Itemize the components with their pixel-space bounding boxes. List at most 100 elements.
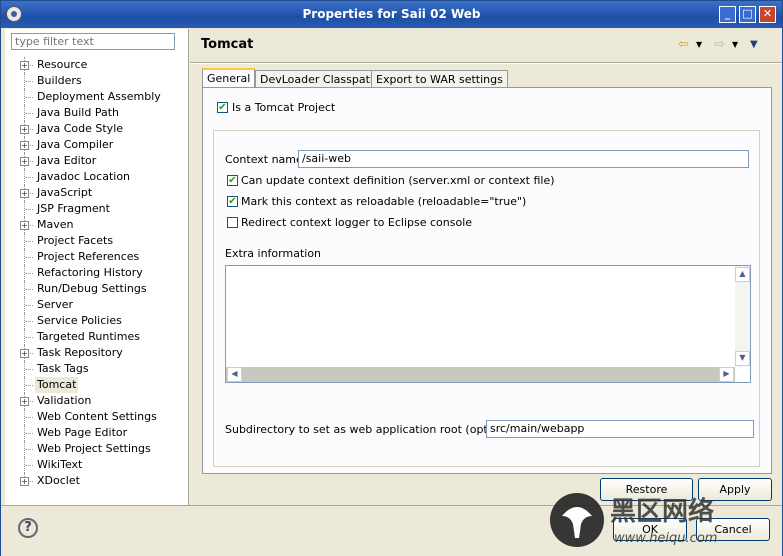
- tree-item[interactable]: + JavaScript: [5, 185, 188, 201]
- back-arrow-icon[interactable]: ⇦: [678, 37, 689, 52]
- can-update-context-checkbox[interactable]: ✔: [227, 175, 238, 186]
- tree-connector: [25, 289, 33, 290]
- title-bar[interactable]: Properties for Saii 02 Web _ □ ✕: [1, 1, 782, 28]
- tree-item-label: Task Repository: [37, 346, 123, 359]
- tree-item-label: Resource: [37, 58, 88, 71]
- tree-item[interactable]: Service Policies: [5, 313, 188, 329]
- watermark-url: www.heiqu.com: [614, 531, 717, 546]
- view-menu-icon[interactable]: ▼: [750, 39, 758, 50]
- tree-item[interactable]: Tomcat: [5, 377, 188, 393]
- tree-item[interactable]: Task Tags: [5, 361, 188, 377]
- expand-plus-icon[interactable]: +: [20, 349, 29, 358]
- history-nav: ⇦ ▼ ⇨ ▼ ▼: [678, 37, 768, 53]
- tree-item-label: JSP Fragment: [37, 202, 110, 215]
- tree-connector: [25, 241, 33, 242]
- redirect-logger-label: Redirect context logger to Eclipse conso…: [241, 216, 473, 229]
- tree-item-label: Web Content Settings: [37, 410, 157, 423]
- tree-item[interactable]: + Maven: [5, 217, 188, 233]
- tree-item-label: Validation: [37, 394, 92, 407]
- expand-plus-icon[interactable]: +: [20, 141, 29, 150]
- tree-connector: [25, 209, 33, 210]
- tree-item[interactable]: Builders: [5, 73, 188, 89]
- expand-plus-icon[interactable]: +: [20, 477, 29, 486]
- tree-connector: [25, 177, 33, 178]
- tree-item-label: Javadoc Location: [37, 170, 131, 183]
- subdirectory-field[interactable]: src/main/webapp: [486, 420, 754, 438]
- tree-item-label: Project References: [37, 250, 140, 263]
- tab-devloader-classpath[interactable]: DevLoader Classpath: [255, 70, 382, 88]
- extra-information-textarea[interactable]: ▲ ▼ ◀ ▶: [225, 265, 751, 383]
- vertical-scrollbar[interactable]: ▲ ▼: [735, 266, 750, 367]
- scroll-down-icon[interactable]: ▼: [735, 351, 750, 366]
- tree-item[interactable]: Web Page Editor: [5, 425, 188, 441]
- scroll-up-icon[interactable]: ▲: [735, 267, 750, 282]
- expand-plus-icon[interactable]: +: [20, 61, 29, 70]
- tree-item-label: Web Page Editor: [37, 426, 128, 439]
- filter-input[interactable]: [11, 33, 175, 50]
- tree-item[interactable]: WikiText: [5, 457, 188, 473]
- tree-item[interactable]: Deployment Assembly: [5, 89, 188, 105]
- tree-item[interactable]: JSP Fragment: [5, 201, 188, 217]
- tree-item-label: XDoclet: [37, 474, 80, 487]
- minimize-button[interactable]: _: [719, 6, 736, 23]
- tree-item[interactable]: Java Build Path: [5, 105, 188, 121]
- is-tomcat-project-checkbox[interactable]: ✔: [217, 102, 228, 113]
- tree-item[interactable]: Refactoring History: [5, 265, 188, 281]
- expand-plus-icon[interactable]: +: [20, 125, 29, 134]
- tree-connector: [25, 465, 33, 466]
- tree-item[interactable]: + Java Editor: [5, 153, 188, 169]
- expand-plus-icon[interactable]: +: [20, 221, 29, 230]
- context-group: Context name /saii-web ✔ Can update cont…: [213, 130, 760, 467]
- tree-item[interactable]: Javadoc Location: [5, 169, 188, 185]
- tree-item-label: WikiText: [37, 458, 83, 471]
- scroll-left-icon[interactable]: ◀: [227, 367, 242, 382]
- expand-plus-icon[interactable]: +: [20, 189, 29, 198]
- close-button[interactable]: ✕: [759, 6, 776, 23]
- context-name-label: Context name: [225, 153, 303, 166]
- extra-information-label: Extra information: [225, 247, 322, 260]
- horizontal-scrollbar[interactable]: ◀ ▶: [226, 367, 735, 382]
- reloadable-label: Mark this context as reloadable (reloada…: [241, 195, 527, 208]
- help-icon[interactable]: ?: [18, 518, 38, 538]
- tree-item[interactable]: + XDoclet: [5, 473, 188, 489]
- tree-item[interactable]: + Task Repository: [5, 345, 188, 361]
- reloadable-checkbox[interactable]: ✔: [227, 196, 238, 207]
- tree-item[interactable]: + Java Compiler: [5, 137, 188, 153]
- tree-item[interactable]: Web Project Settings: [5, 441, 188, 457]
- maximize-button[interactable]: □: [739, 6, 756, 23]
- tree-item-label: Tomcat: [35, 377, 79, 393]
- tree-item[interactable]: Project References: [5, 249, 188, 265]
- tree-connector: [25, 273, 33, 274]
- tree-connector: [25, 257, 33, 258]
- tree-item-label: Java Code Style: [37, 122, 124, 135]
- tree-item[interactable]: Web Content Settings: [5, 409, 188, 425]
- tree-item-label: Task Tags: [37, 362, 89, 375]
- tab-export-war-settings[interactable]: Export to WAR settings: [371, 70, 508, 88]
- tree-connector: [25, 385, 33, 386]
- expand-plus-icon[interactable]: +: [20, 397, 29, 406]
- expand-plus-icon[interactable]: +: [20, 157, 29, 166]
- site-watermark: 黑区网络 www.heiqu.com: [550, 493, 717, 547]
- context-name-field[interactable]: /saii-web: [298, 150, 749, 168]
- tree-connector: [25, 449, 33, 450]
- tree-item-label: Refactoring History: [37, 266, 143, 279]
- tree-item-label: Project Facets: [37, 234, 114, 247]
- tree-item-label: Service Policies: [37, 314, 122, 327]
- tree-item[interactable]: + Resource: [5, 57, 188, 73]
- tree-item[interactable]: Server: [5, 297, 188, 313]
- tree-connector: [25, 337, 33, 338]
- tree-item[interactable]: Run/Debug Settings: [5, 281, 188, 297]
- tree-item[interactable]: Project Facets: [5, 233, 188, 249]
- tree-connector: [25, 113, 33, 114]
- properties-dialog: Properties for Saii 02 Web _ □ ✕ + Resour…: [0, 0, 783, 556]
- back-menu-chevron-icon[interactable]: ▼: [696, 40, 702, 49]
- tree-connector: [25, 417, 33, 418]
- window-title: Properties for Saii 02 Web: [302, 7, 481, 21]
- tree-item[interactable]: + Validation: [5, 393, 188, 409]
- redirect-logger-checkbox[interactable]: [227, 217, 238, 228]
- tree-item[interactable]: Targeted Runtimes: [5, 329, 188, 345]
- tree-item[interactable]: + Java Code Style: [5, 121, 188, 137]
- scroll-right-icon[interactable]: ▶: [719, 367, 734, 382]
- forward-menu-chevron-icon[interactable]: ▼: [732, 40, 738, 49]
- forward-arrow-icon[interactable]: ⇨: [714, 37, 725, 52]
